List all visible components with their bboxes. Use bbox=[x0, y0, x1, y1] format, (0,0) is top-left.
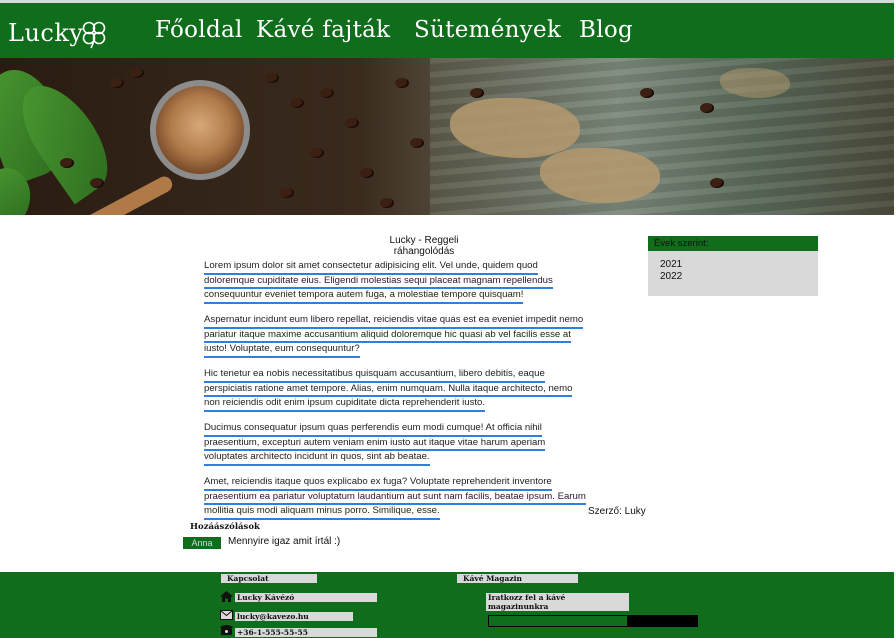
paragraph-line[interactable]: doloremque cupiditate eius. Eligendi mol… bbox=[204, 275, 553, 289]
coffee-bean bbox=[410, 138, 424, 148]
paragraph-line[interactable]: Lorem ipsum dolor sit amet consectetur a… bbox=[204, 260, 538, 275]
post-paragraph[interactable]: Ducimus consequatur ipsum quas perferend… bbox=[204, 422, 628, 466]
coffee-bean bbox=[290, 98, 304, 108]
paragraph-line[interactable]: non reiciendis odit enim ipsum cupiditat… bbox=[204, 397, 486, 412]
coffee-bean bbox=[360, 168, 374, 178]
coffee-bean bbox=[395, 78, 409, 88]
magazine-heading: Kávé Magazin bbox=[457, 574, 578, 583]
coffee-bean bbox=[110, 78, 124, 88]
coffee-bean bbox=[265, 73, 279, 83]
year-link-2021[interactable]: 2021 bbox=[660, 259, 818, 271]
comments-heading: Hozáászólások bbox=[190, 522, 260, 532]
contact-phone: +36-1-555-55-55 bbox=[235, 628, 377, 637]
nav-link-pastries[interactable]: Sütemények bbox=[414, 17, 561, 43]
years-archive-box: Évek szerint: 2021 2022 bbox=[648, 236, 818, 296]
phone-icon bbox=[220, 625, 233, 635]
post-paragraph[interactable]: Amet, reiciendis itaque quos explicabo e… bbox=[204, 476, 628, 520]
contact-heading: Kapcsolat bbox=[221, 574, 317, 583]
coffee-bean bbox=[380, 198, 394, 208]
paragraph-line[interactable]: Ducimus consequatur ipsum quas perferend… bbox=[204, 422, 542, 437]
nav-link-coffee-types[interactable]: Kávé fajták bbox=[256, 17, 390, 43]
paragraph-line[interactable]: Amet, reiciendis itaque quos explicabo e… bbox=[204, 476, 552, 491]
post-paragraph[interactable]: Lorem ipsum dolor sit amet consectetur a… bbox=[204, 260, 628, 304]
paragraph-line[interactable]: pariatur itaque maxime accusantium aliqu… bbox=[204, 329, 571, 343]
brand-name[interactable]: Lucky bbox=[8, 19, 83, 47]
contact-email[interactable]: lucky@kavezo.hu bbox=[235, 612, 353, 621]
coffee-bean bbox=[90, 178, 104, 188]
paragraph-line[interactable]: praesentium ea pariatur voluptatum lauda… bbox=[204, 491, 586, 505]
coffee-bean bbox=[60, 158, 74, 168]
coffee-bean bbox=[345, 118, 359, 128]
comment-author: Anna bbox=[183, 537, 221, 549]
post-paragraph[interactable]: Hic tenetur ea nobis necessitatibus quis… bbox=[204, 368, 628, 412]
footer bbox=[0, 572, 894, 638]
newsletter-label: Iratkozz fel a kávé magazinunkra bbox=[486, 593, 629, 611]
coffee-bean bbox=[700, 103, 714, 113]
coffee-surface bbox=[156, 86, 244, 174]
paragraph-line[interactable]: Aspernatur incidunt eum libero repellat,… bbox=[204, 314, 584, 329]
paragraph-line[interactable]: iusto! Voluptate, eum consequuntur? bbox=[204, 343, 360, 358]
paragraph-line[interactable]: praesentium, excepturi autem veniam enim… bbox=[204, 437, 546, 451]
coffee-bean bbox=[320, 88, 334, 98]
years-archive-heading: Évek szerint: bbox=[648, 236, 818, 251]
paragraph-line[interactable]: mollitia quis modi aliquam minus porro. … bbox=[204, 505, 440, 520]
home-icon bbox=[220, 591, 233, 602]
paragraph-line[interactable]: Hic tenetur ea nobis necessitatibus quis… bbox=[204, 368, 545, 383]
post-author: Szerző: Luky bbox=[588, 506, 646, 517]
coffee-bean bbox=[310, 148, 324, 158]
newsletter-subscribe-button[interactable] bbox=[628, 615, 698, 627]
hero-coffee-image bbox=[0, 58, 894, 215]
year-link-2022[interactable]: 2022 bbox=[660, 271, 818, 283]
paragraph-line[interactable]: consequuntur eveniet tempora autem fuga,… bbox=[204, 289, 524, 304]
coffee-bean bbox=[710, 178, 724, 188]
post-paragraph[interactable]: Aspernatur incidunt eum libero repellat,… bbox=[204, 314, 628, 358]
coffee-bean bbox=[640, 88, 654, 98]
post-title: Lucky - Reggeli ráhangolódás bbox=[389, 235, 459, 257]
nav-link-blog[interactable]: Blog bbox=[579, 17, 633, 43]
nav-link-home[interactable]: Főoldal bbox=[155, 17, 243, 43]
top-navbar: Lucky Főoldal Kávé fajták Sütemények Blo… bbox=[0, 0, 894, 58]
coffee-bean bbox=[280, 188, 294, 198]
paragraph-line[interactable]: perspiciatis ratione amet tempore. Alias… bbox=[204, 383, 573, 397]
coffee-bean bbox=[470, 88, 484, 98]
paragraph-line[interactable]: voluptates architecto incidunt in quos, … bbox=[204, 451, 430, 466]
comment-text: Mennyire igaz amit írtál :) bbox=[228, 536, 341, 547]
coffee-bean bbox=[130, 68, 144, 78]
envelope-icon bbox=[220, 610, 233, 620]
four-leaf-clover-icon bbox=[82, 21, 106, 49]
newsletter-email-input[interactable] bbox=[488, 615, 628, 627]
contact-address: Lucky Kávézó bbox=[235, 593, 377, 602]
